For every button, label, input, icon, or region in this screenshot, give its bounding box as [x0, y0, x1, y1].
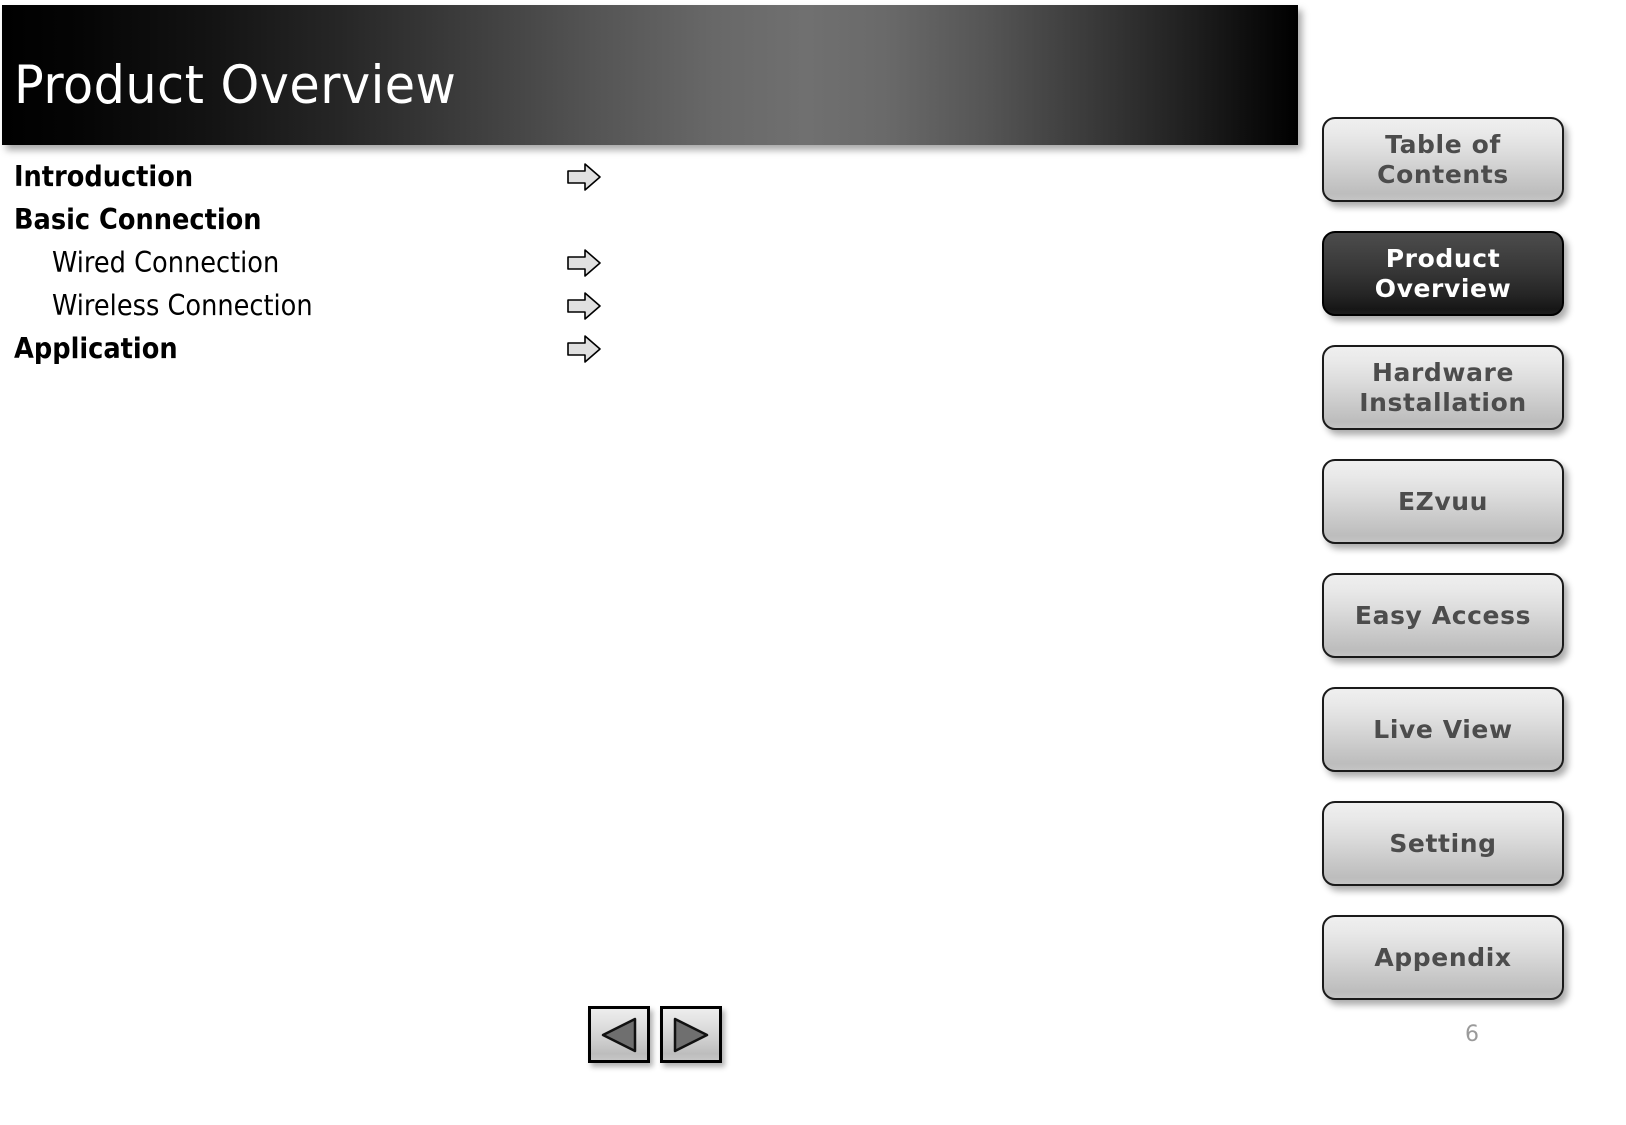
- sidebar-item-label: Hardware Installation: [1359, 357, 1527, 417]
- content-item-label: Wired Connection: [52, 246, 280, 279]
- content-row: Wireless Connection: [14, 284, 634, 327]
- sidebar-item-label: Appendix: [1374, 942, 1512, 972]
- slide-canvas: Product Overview Introduction Basic Conne…: [0, 0, 1626, 1125]
- content-row: Application: [14, 327, 634, 370]
- slide-navigation: [588, 1006, 722, 1063]
- sidebar-item-ezvuu[interactable]: EZvuu: [1322, 459, 1564, 544]
- content-item-link[interactable]: [566, 291, 602, 321]
- triangle-right-icon: [673, 1017, 709, 1052]
- content-item-link[interactable]: [566, 162, 602, 192]
- next-slide-button[interactable]: [660, 1006, 722, 1063]
- content-row: Introduction: [14, 155, 634, 198]
- page-title: Product Overview: [14, 55, 457, 116]
- section-sidebar: Table of Contents Product Overview Hardwar…: [1322, 117, 1564, 1029]
- block-arrow-right-icon: [567, 163, 601, 191]
- page-number: 6: [1465, 1022, 1479, 1047]
- sidebar-item-label: Table of Contents: [1377, 129, 1509, 189]
- triangle-left-icon: [601, 1017, 637, 1052]
- content-row: Basic Connection: [14, 198, 634, 241]
- sidebar-item-appendix[interactable]: Appendix: [1322, 915, 1564, 1000]
- content-outline-list: Introduction Basic Connection Wired Connec…: [14, 155, 634, 370]
- block-arrow-right-icon: [567, 292, 601, 320]
- sidebar-item-label: EZvuu: [1397, 486, 1489, 516]
- sidebar-item-live-view[interactable]: Live View: [1322, 687, 1564, 772]
- sidebar-item-easy-access[interactable]: Easy Access: [1322, 573, 1564, 658]
- sidebar-item-table-of-contents[interactable]: Table of Contents: [1322, 117, 1564, 202]
- sidebar-item-product-overview[interactable]: Product Overview: [1322, 231, 1564, 316]
- content-item-link[interactable]: [566, 248, 602, 278]
- previous-slide-button[interactable]: [588, 1006, 650, 1063]
- sidebar-item-setting[interactable]: Setting: [1322, 801, 1564, 886]
- sidebar-item-label: Easy Access: [1354, 600, 1532, 630]
- content-item-link[interactable]: [566, 334, 602, 364]
- sidebar-item-hardware-installation[interactable]: Hardware Installation: [1322, 345, 1564, 430]
- sidebar-item-label: Product Overview: [1374, 243, 1512, 303]
- sidebar-item-label: Live View: [1373, 714, 1513, 744]
- content-item-label: Application: [14, 332, 178, 365]
- block-arrow-right-icon: [567, 335, 601, 363]
- sidebar-item-label: Setting: [1389, 828, 1497, 858]
- content-item-label: Basic Connection: [14, 203, 262, 236]
- block-arrow-right-icon: [567, 249, 601, 277]
- content-row: Wired Connection: [14, 241, 634, 284]
- content-item-label: Wireless Connection: [52, 289, 313, 322]
- content-item-label: Introduction: [14, 160, 194, 193]
- slide-title-bar: Product Overview: [2, 5, 1298, 145]
